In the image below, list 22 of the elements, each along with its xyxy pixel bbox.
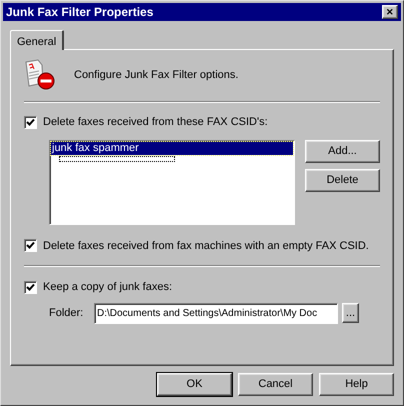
window-title: Junk Fax Filter Properties — [6, 4, 154, 21]
folder-label: Folder: — [49, 306, 84, 321]
csid-list[interactable]: junk fax spammer — [49, 140, 295, 224]
help-button[interactable]: Help — [319, 373, 394, 396]
checkbox[interactable] — [24, 239, 37, 252]
folder-field[interactable]: D:\Documents and Settings\Administrator\My Doc — [94, 302, 338, 324]
tab[interactable]: General — [10, 30, 64, 50]
add-button[interactable]: Add... — [305, 140, 380, 162]
browse-button[interactable]: ... — [342, 303, 359, 323]
close-button[interactable]: ✕ — [382, 5, 398, 19]
delete-button[interactable]: Delete — [305, 168, 380, 192]
document-delete-icon — [24, 59, 56, 91]
checkbox[interactable] — [24, 280, 37, 294]
edit-box[interactable] — [59, 156, 175, 162]
cancel-button[interactable]: Cancel — [238, 373, 313, 396]
ok-button[interactable]: OK — [157, 373, 232, 396]
list-item[interactable]: junk fax spammer — [51, 142, 293, 154]
checkbox[interactable] — [24, 116, 37, 129]
checkbox-label: Delete faxes received from fax machines with an empty FAX CSID. — [43, 238, 369, 254]
checkbox-label: Keep a copy of junk faxes: — [43, 280, 172, 295]
checkbox-label: Delete faxes received from these FAX CSID's: — [43, 115, 268, 130]
header-text: Configure Junk Fax Filter options. — [74, 68, 238, 83]
